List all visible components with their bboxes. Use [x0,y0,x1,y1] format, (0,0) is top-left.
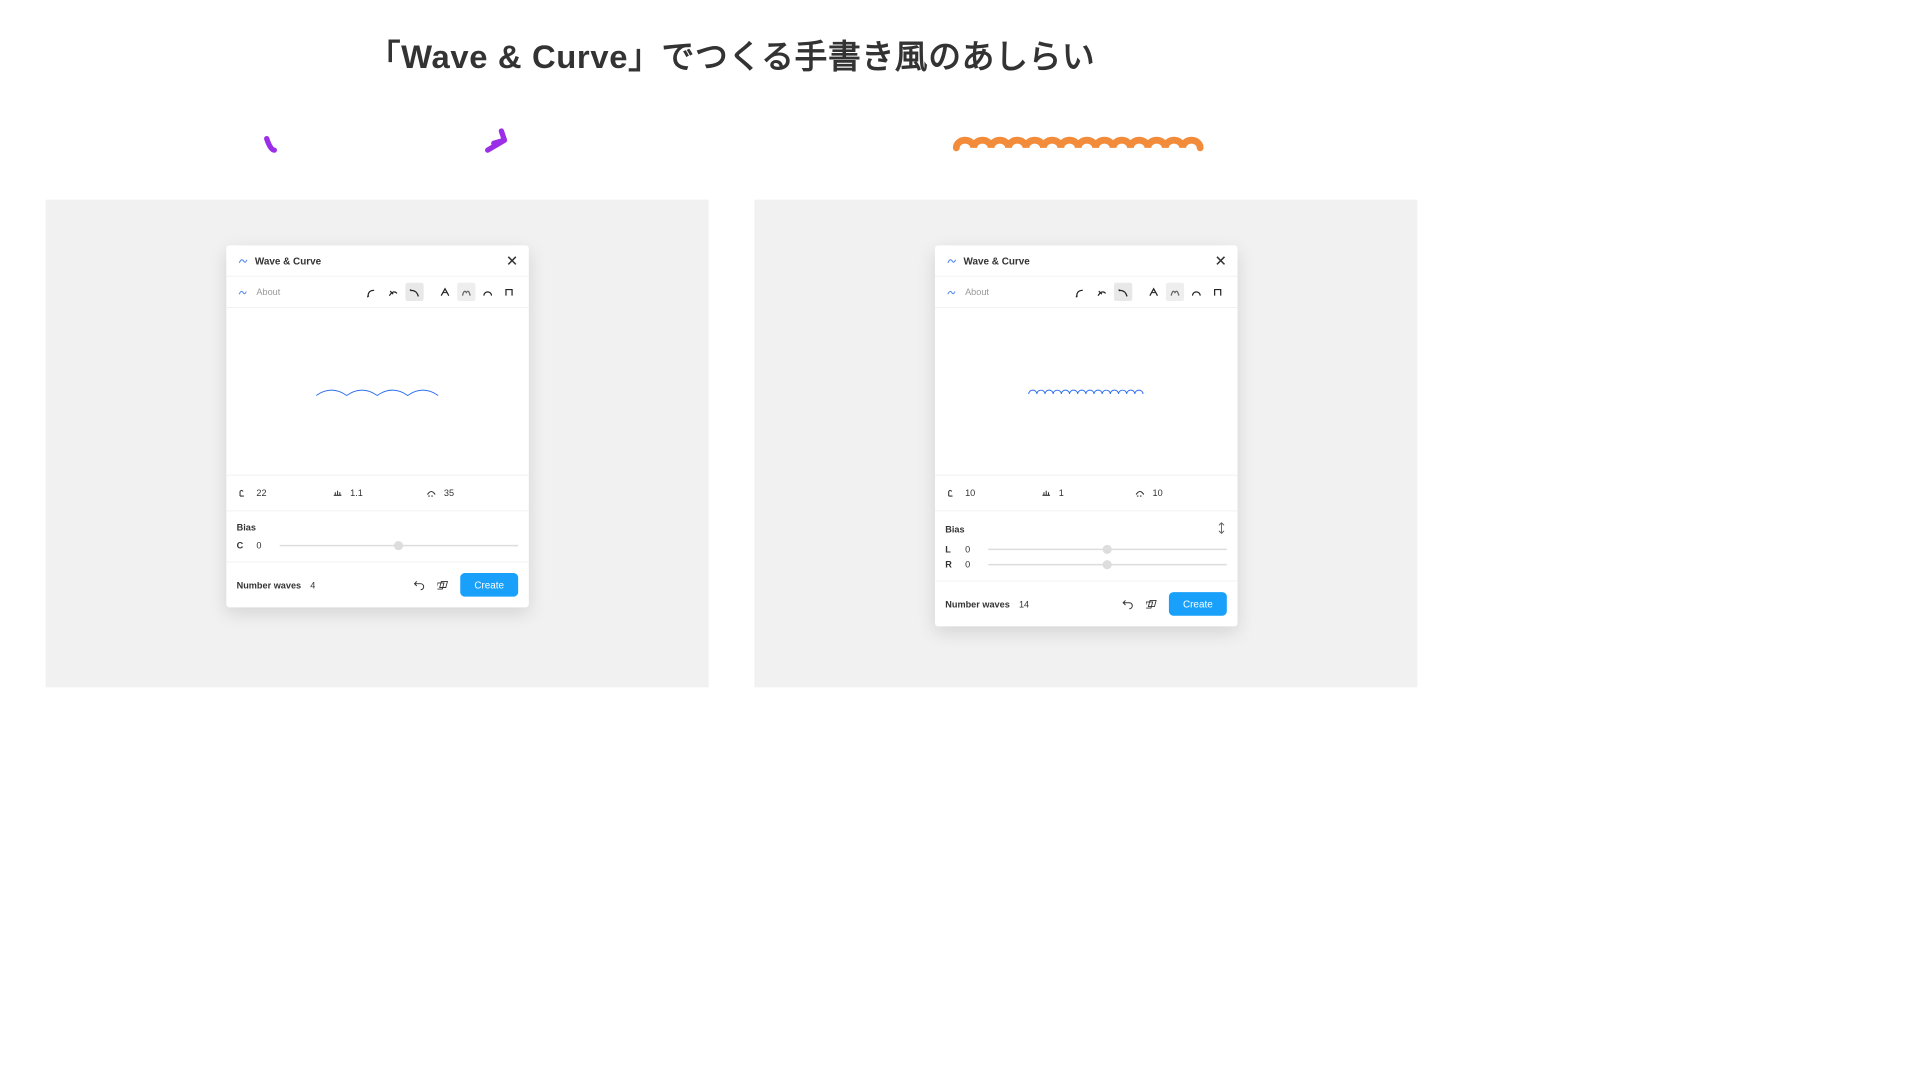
close-button[interactable] [506,255,518,267]
about-tab[interactable]: About [965,287,1071,298]
footer-row: Number waves 14 Create [935,581,1238,626]
amplitude-value: 22 [256,488,266,499]
frequency-value: 35 [444,488,454,499]
shape-arc-button[interactable] [478,283,496,301]
undo-button[interactable] [412,577,427,592]
param-amplitude[interactable]: 22 [237,486,331,500]
param-amplitude[interactable]: 10 [945,486,1039,500]
shape-curve-up-button[interactable] [1071,283,1089,301]
bias-key: L [945,544,956,555]
shape-curve-down-button[interactable] [1114,283,1132,301]
bias-row-r: R0 [945,559,1226,570]
param-stroke[interactable]: 1 [1039,486,1133,500]
stroke-value: 1.1 [350,488,363,499]
number-waves-value[interactable]: 14 [1019,599,1042,610]
shape-curve-down-button[interactable] [405,283,423,301]
number-waves-label: Number waves [945,599,1010,610]
shape-peak-a-button[interactable] [435,283,453,301]
panel-right-bg: Wave & Curve About 10 [754,200,1417,688]
param-frequency[interactable]: 10 [1133,486,1227,500]
stroke-value: 1 [1059,488,1064,499]
decoration-row [0,101,1463,200]
bias-slider[interactable] [988,564,1227,566]
amplitude-icon [237,486,251,500]
decoration-bumps [732,131,1418,161]
plugin-toolbar: About [226,277,529,308]
bias-value[interactable]: 0 [965,559,979,570]
panel-left-bg: Wave & Curve About 22 [46,200,709,688]
decoration-wave-arrow [46,123,732,169]
footer-row: Number waves 4 Create [226,562,529,607]
shape-bracket-button[interactable] [499,283,517,301]
shape-curve-cross-button[interactable] [1092,283,1110,301]
bias-slider[interactable] [279,545,518,547]
frequency-icon [424,486,438,500]
frequency-icon [1133,486,1147,500]
plugin-title: Wave & Curve [964,255,1215,266]
preview-canvas [226,308,529,476]
shape-peak-m-button[interactable] [1165,283,1183,301]
bias-value[interactable]: 0 [256,540,270,551]
shape-peak-m-button[interactable] [457,283,475,301]
shape-curve-up-button[interactable] [362,283,380,301]
undo-button[interactable] [1120,596,1135,611]
plugin-logo-icon [237,255,249,267]
randomize-button[interactable] [1145,596,1160,611]
params-row: 22 1.1 35 [226,475,529,511]
bias-section: Bias L0R0 [935,511,1238,581]
bias-value[interactable]: 0 [965,544,979,555]
bias-row-c: C0 [237,540,518,551]
plugin-small-logo-icon [237,286,249,298]
bias-key: C [237,540,248,551]
plugin-header: Wave & Curve [226,245,529,276]
bias-expand-icon[interactable] [1216,522,1227,536]
plugin-logo-icon [945,255,957,267]
plugin-small-logo-icon [945,286,957,298]
stroke-icon [330,486,344,500]
page-title: 「Wave & Curve」でつくる手書き風のあしらい [0,0,1463,101]
shape-curve-cross-button[interactable] [384,283,402,301]
plugin-toolbar: About [935,277,1238,308]
create-button[interactable]: Create [1169,592,1226,616]
bias-slider[interactable] [988,549,1227,551]
plugin-title: Wave & Curve [255,255,506,266]
panels-row: Wave & Curve About 22 [0,200,1463,688]
about-tab[interactable]: About [256,287,362,298]
close-button[interactable] [1214,255,1226,267]
bias-section: Bias C0 [226,511,529,562]
plugin-header: Wave & Curve [935,245,1238,276]
amplitude-value: 10 [965,488,975,499]
bias-label: Bias [237,522,256,533]
stroke-icon [1039,486,1053,500]
shape-bracket-button[interactable] [1208,283,1226,301]
frequency-value: 10 [1153,488,1163,499]
preview-canvas [935,308,1238,476]
shape-peak-a-button[interactable] [1144,283,1162,301]
randomize-button[interactable] [436,577,451,592]
bias-row-l: L0 [945,544,1226,555]
param-frequency[interactable]: 35 [424,486,518,500]
bias-label: Bias [945,524,964,535]
plugin-panel-right: Wave & Curve About 10 [935,245,1238,626]
number-waves-value[interactable]: 4 [310,580,333,591]
params-row: 10 1 10 [935,475,1238,511]
param-stroke[interactable]: 1.1 [330,486,424,500]
create-button[interactable]: Create [461,573,518,597]
plugin-panel-left: Wave & Curve About 22 [226,245,529,607]
amplitude-icon [945,486,959,500]
shape-arc-button[interactable] [1187,283,1205,301]
bias-key: R [945,559,956,570]
number-waves-label: Number waves [237,580,302,591]
